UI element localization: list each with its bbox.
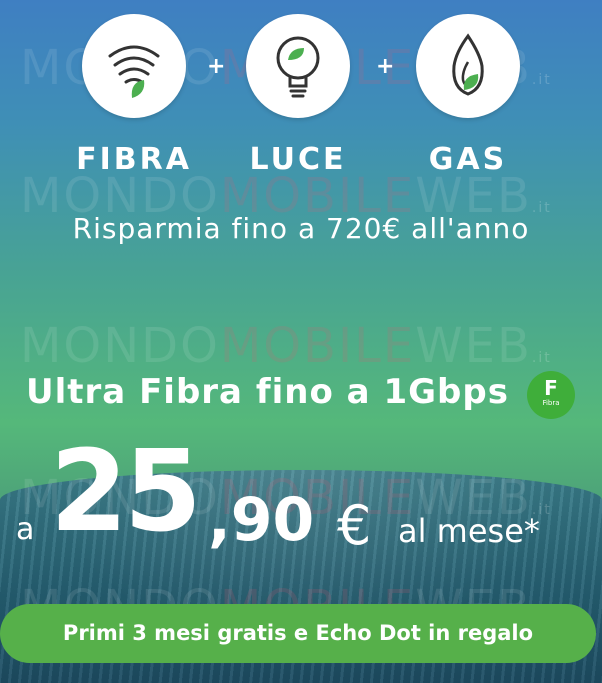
badge-letter: F xyxy=(544,376,558,400)
price-currency: € xyxy=(337,494,372,557)
fibra-badge: F Fibra xyxy=(527,371,575,419)
price-euros: 25 xyxy=(50,427,202,557)
promo-button[interactable]: Primi 3 mesi gratis e Echo Dot in regalo xyxy=(0,604,596,663)
savings-text: Risparmia fino a 720€ all'anno xyxy=(72,212,530,245)
badge-sub: Fibra xyxy=(542,399,560,407)
service-label-gas: GAS xyxy=(428,142,508,177)
offer-title: Ultra Fibra fino a 1Gbps xyxy=(26,372,509,412)
flame-leaf-icon xyxy=(452,33,484,96)
gas-icon-circle xyxy=(416,14,520,118)
price: a 25 ,90 € al mese* xyxy=(0,432,602,558)
plus-sign: + xyxy=(207,54,226,79)
wifi-leaf-icon xyxy=(108,45,160,98)
luce-icon-circle xyxy=(246,14,350,118)
fibra-icon-circle xyxy=(82,14,186,118)
price-prefix: a xyxy=(16,512,35,547)
plus-sign: + xyxy=(376,54,395,79)
lightbulb-leaf-icon xyxy=(276,36,320,98)
service-label-luce: LUCE xyxy=(249,142,347,177)
price-cents: ,90 xyxy=(208,485,315,555)
watermark: MONDOMOBILEWEB.it xyxy=(20,318,552,374)
service-label-fibra: FIBRA xyxy=(76,142,192,177)
price-suffix: al mese* xyxy=(398,512,540,550)
